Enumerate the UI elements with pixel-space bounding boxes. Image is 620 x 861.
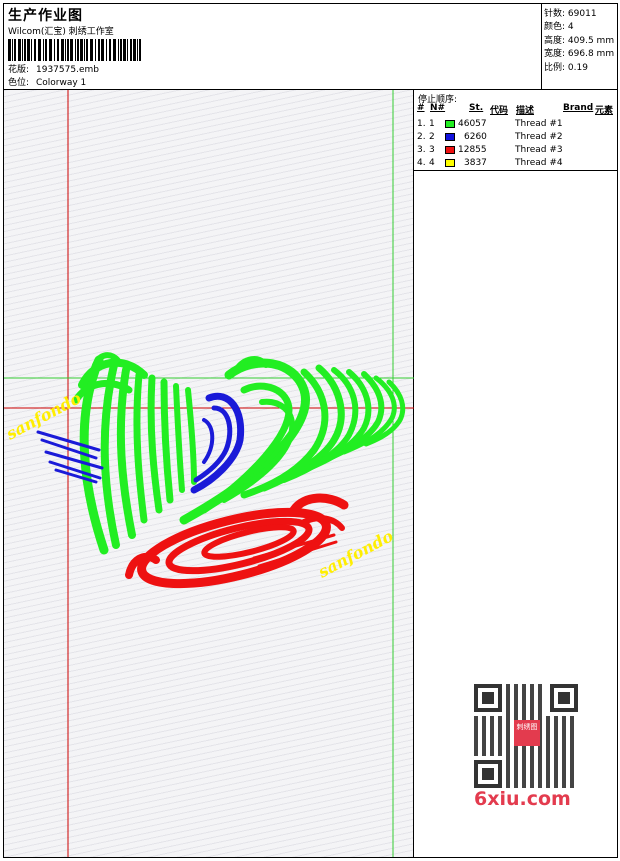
stat-scale: 比例: 0.19: [544, 63, 588, 73]
colorway-value: Colorway 1: [36, 78, 87, 88]
design-canvas[interactable]: sanfondo sanfondo: [4, 90, 414, 857]
page-title: 生产作业图: [8, 8, 83, 24]
col-header-n: N#: [430, 103, 446, 113]
col-header-num: #: [417, 103, 425, 113]
design-file-value: 1937575.emb: [36, 65, 99, 75]
table-row[interactable]: 1. 1 46057 Thread #1: [414, 118, 617, 131]
color-swatch: [445, 159, 455, 167]
barcode: [8, 39, 141, 61]
color-swatch: [445, 133, 455, 141]
green-wave-left: [72, 352, 197, 555]
color-swatch: [445, 120, 455, 128]
col-header-desc: 描述: [516, 106, 535, 116]
signature-left: sanfondo: [4, 388, 85, 444]
stat-height: 高度: 409.5 mm: [544, 36, 615, 46]
stat-stitches: 针数: 69011: [544, 9, 597, 19]
watermark-text: 6xiu.com: [474, 788, 571, 810]
design-file-line: 花版: 1937575.emb: [8, 62, 99, 75]
embroidery-preview: sanfondo sanfondo: [4, 90, 414, 857]
col-header-element: 元素: [595, 106, 614, 116]
colorway-label: 色位:: [8, 78, 30, 88]
table-row[interactable]: 4. 4 3837 Thread #4: [414, 157, 617, 170]
software-subtitle: Wilcom(汇宝) 刺绣工作室: [8, 27, 114, 37]
stat-width: 宽度: 696.8 mm: [544, 49, 615, 59]
table-row[interactable]: 2. 2 6260 Thread #2: [414, 131, 617, 144]
col-header-brand: Brand: [563, 103, 594, 113]
col-header-stitches: St.: [469, 103, 484, 113]
red-cloud: [125, 493, 349, 589]
panel-divider: [414, 170, 617, 171]
watermark-badge: 刺绣图: [514, 720, 540, 746]
stat-colors: 颜色: 4: [544, 22, 574, 32]
green-wave-right: [179, 356, 406, 525]
header-info: 生产作业图 Wilcom(汇宝) 刺绣工作室 花版: 1937575.emb 色位…: [4, 4, 542, 90]
colorway-line: 色位: Colorway 1: [8, 75, 86, 88]
table-row[interactable]: 3. 3 12855 Thread #3: [414, 144, 617, 157]
col-header-code: 代码: [490, 106, 509, 116]
color-swatch: [445, 146, 455, 154]
design-stats: 针数: 69011 颜色: 4 高度: 409.5 mm 宽度: 696.8 m…: [542, 4, 617, 90]
design-file-label: 花版:: [8, 65, 30, 75]
